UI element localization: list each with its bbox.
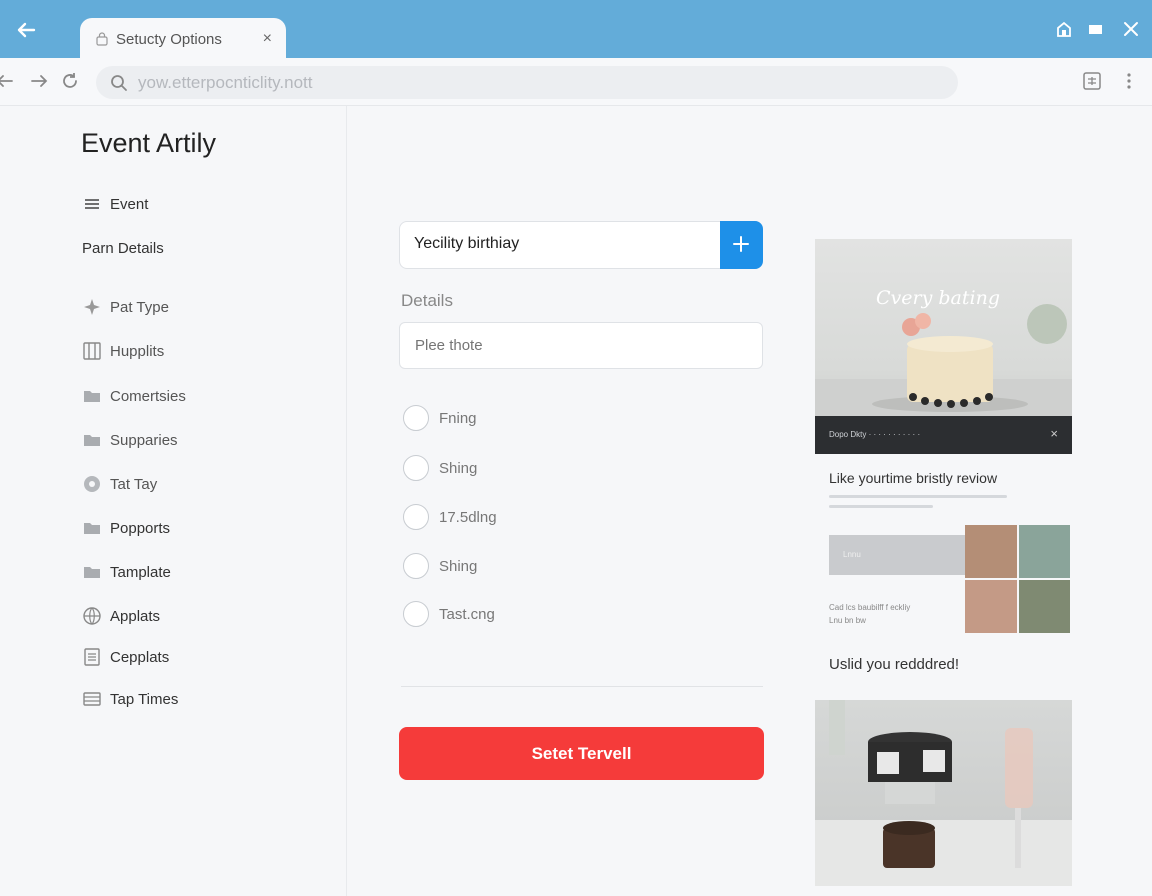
sidebar-item-label: Comertsies xyxy=(110,387,186,405)
sidebar-item-label: Supparies xyxy=(110,431,178,449)
radio-option-3[interactable]: 17.5dlng xyxy=(403,504,497,530)
gear-circle-icon xyxy=(84,476,100,492)
sparkle-icon xyxy=(84,299,100,315)
radio-option-4[interactable]: Shing xyxy=(403,553,477,579)
sidebar-item-tat-tay[interactable]: Tat Tay xyxy=(82,472,157,496)
sidebar-item-applats[interactable]: Applats xyxy=(82,604,160,628)
sidebar-item-label: Event xyxy=(110,195,149,213)
event-name-field[interactable] xyxy=(399,221,763,269)
radio-button[interactable] xyxy=(403,601,429,627)
nav-back-icon[interactable] xyxy=(0,70,16,92)
grid-photo xyxy=(965,525,1017,578)
placeholder-line xyxy=(829,505,933,508)
radio-label: Fning xyxy=(439,409,477,427)
preview-card-cake: Cvery bating Dopo Dkty · · · · · · · · ·… xyxy=(815,239,1072,454)
preview-bar-text: Lnnu xyxy=(843,550,861,559)
tab-title: Setucty Options xyxy=(116,31,222,48)
dessert-photo-image xyxy=(815,700,1072,886)
preview-final-heading: Uslid you redddred! xyxy=(829,656,960,673)
banner-text: Dopo Dkty · · · · · · · · · · · xyxy=(829,430,921,439)
url-input[interactable] xyxy=(138,73,838,93)
grid-photo xyxy=(1018,525,1070,578)
radio-label: Tast.cng xyxy=(439,605,495,623)
url-bar[interactable] xyxy=(96,66,958,99)
sidebar-item-parn-details[interactable]: Parn Details xyxy=(82,236,164,260)
folder-icon xyxy=(84,523,100,534)
sidebar-item-label: Hupplits xyxy=(110,342,165,360)
radio-label: Shing xyxy=(439,459,478,477)
photo-grid xyxy=(965,525,1070,633)
sidebar-item-label: Tamplate xyxy=(110,563,171,581)
radio-label: Shing xyxy=(439,557,478,575)
list-icon xyxy=(85,199,99,209)
radio-option-5[interactable]: Tast.cng xyxy=(403,601,495,627)
globe-icon xyxy=(83,607,101,625)
grid-photo xyxy=(965,580,1017,633)
radio-button[interactable] xyxy=(403,553,429,579)
sidebar-item-supparies[interactable]: Supparies xyxy=(82,428,178,452)
sidebar-item-label: Tat Tay xyxy=(110,475,158,493)
title-bar: Setucty Options × xyxy=(0,0,1152,60)
lock-icon xyxy=(96,32,108,46)
preview-bar: Lnnu xyxy=(829,535,965,575)
photo-title: Cvery bating xyxy=(876,287,1000,309)
radio-label: 17.5dlng xyxy=(439,508,497,526)
browser-tab[interactable]: Setucty Options × xyxy=(80,18,286,60)
document-icon xyxy=(84,648,100,666)
back-arrow-icon[interactable] xyxy=(14,18,38,42)
radio-button[interactable] xyxy=(403,455,429,481)
folder-icon xyxy=(84,567,100,578)
radio-button[interactable] xyxy=(403,504,429,530)
radio-option-2[interactable]: Shing xyxy=(403,455,477,481)
sidebar-item-label: Cepplats xyxy=(110,648,170,666)
preview-sub-text: Lnu bn bw xyxy=(829,616,866,625)
sidebar-item-hupplits[interactable]: Hupplits xyxy=(82,339,164,363)
preview-sub-text: Cad lcs baubilff f eckliy xyxy=(829,603,911,612)
sidebar-item-tamplate[interactable]: Tamplate xyxy=(82,560,171,584)
sidebar: Event Artily Event Parn Details Pat Type… xyxy=(0,106,347,896)
stack-icon xyxy=(83,692,101,706)
minimize-icon[interactable] xyxy=(1085,18,1107,40)
radio-button[interactable] xyxy=(403,405,429,431)
sidebar-item-label: Tap Times xyxy=(110,690,179,708)
event-name-input[interactable] xyxy=(414,235,704,253)
sidebar-item-label: Applats xyxy=(110,607,161,625)
sidebar-item-cepplats[interactable]: Cepplats xyxy=(82,645,169,669)
reload-icon[interactable] xyxy=(59,70,81,92)
folder-icon xyxy=(84,435,100,446)
home-icon[interactable] xyxy=(1053,18,1075,40)
plus-icon xyxy=(733,236,749,252)
search-icon xyxy=(111,75,127,91)
sidebar-item-comertsies[interactable]: Comertsies xyxy=(82,384,186,408)
sidebar-title: Event Artily xyxy=(81,128,217,158)
form-divider xyxy=(401,686,763,687)
banner-close-icon[interactable]: × xyxy=(1050,426,1058,441)
sidebar-item-label: Popports xyxy=(110,519,171,537)
placeholder-line xyxy=(829,495,1007,498)
radio-option-1[interactable]: Fning xyxy=(403,405,477,431)
extensions-icon[interactable] xyxy=(1081,70,1103,92)
sidebar-item-event[interactable]: Event xyxy=(82,192,148,216)
sidebar-item-pat-type[interactable]: Pat Type xyxy=(82,295,169,319)
columns-icon xyxy=(83,342,101,360)
sidebar-item-popports[interactable]: Popports xyxy=(82,516,170,540)
grid-photo xyxy=(1018,580,1070,633)
submit-button[interactable]: Setet Tervell xyxy=(399,727,764,780)
folder-icon xyxy=(84,391,100,402)
add-button[interactable] xyxy=(720,221,763,269)
nav-forward-icon[interactable] xyxy=(28,70,50,92)
address-bar-row xyxy=(0,58,1152,106)
sidebar-item-label: Pat Type xyxy=(110,298,169,316)
details-input[interactable] xyxy=(399,322,763,369)
menu-dots-icon[interactable] xyxy=(1118,70,1140,92)
details-label: Details xyxy=(401,291,453,310)
photo-banner: Dopo Dkty · · · · · · · · · · · × xyxy=(815,416,1072,454)
close-window-icon[interactable] xyxy=(1120,18,1142,40)
preview-heading: Like yourtime bristly reviow xyxy=(829,470,998,486)
preview-card-dessert xyxy=(815,700,1072,886)
sidebar-item-tap-times[interactable]: Tap Times xyxy=(82,687,178,711)
sidebar-item-label: Parn Details xyxy=(82,239,164,257)
tab-close-icon[interactable]: × xyxy=(263,30,272,48)
